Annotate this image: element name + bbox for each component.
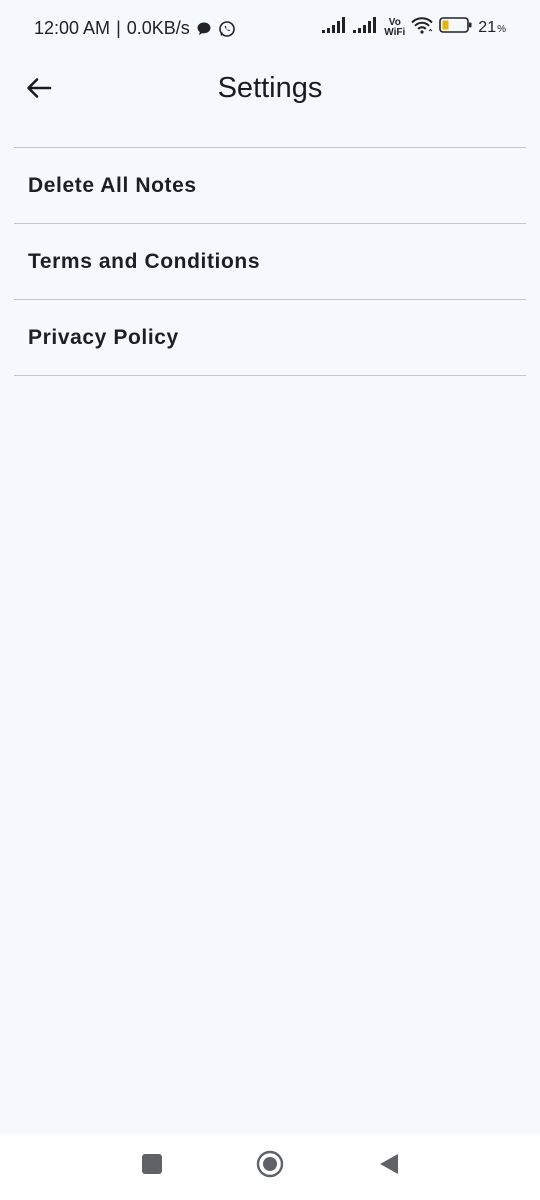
home-button[interactable] xyxy=(255,1150,285,1183)
battery-icon xyxy=(439,16,473,39)
signal-2-icon xyxy=(353,16,379,39)
status-bar-left: 12:00 AM | 0.0KB/s xyxy=(34,18,236,39)
app-bar: Settings xyxy=(0,60,540,120)
system-nav-bar xyxy=(0,1134,540,1200)
vowifi-indicator: Vo WiFi xyxy=(384,17,406,38)
back-triangle-icon xyxy=(378,1152,400,1181)
status-separator: | xyxy=(116,18,121,38)
vowifi-bottom: WiFi xyxy=(384,26,406,38)
settings-item-terms-and-conditions[interactable]: Terms and Conditions xyxy=(14,224,526,300)
status-bar-right: Vo WiFi 21% xyxy=(322,16,506,39)
settings-item-label: Privacy Policy xyxy=(28,325,179,349)
wifi-icon xyxy=(410,16,434,39)
settings-list: Delete All Notes Terms and Conditions Pr… xyxy=(14,147,526,376)
settings-item-label: Delete All Notes xyxy=(28,173,197,197)
status-time: 12:00 AM xyxy=(34,18,111,38)
battery-level: 21 xyxy=(478,18,497,36)
settings-item-privacy-policy[interactable]: Privacy Policy xyxy=(14,300,526,376)
system-back-button[interactable] xyxy=(374,1151,404,1181)
recents-square-icon xyxy=(141,1153,163,1180)
network-speed: 0.0KB/s xyxy=(126,18,190,38)
signal-1-icon xyxy=(322,16,348,39)
message-icon xyxy=(196,21,212,37)
settings-item-delete-all-notes[interactable]: Delete All Notes xyxy=(14,148,526,224)
page-title: Settings xyxy=(217,72,323,104)
recents-button[interactable] xyxy=(137,1151,167,1181)
status-bar: 12:00 AM | 0.0KB/s Vo WiFi 21 % xyxy=(0,0,540,60)
settings-item-label: Terms and Conditions xyxy=(28,249,261,273)
battery-unit: % xyxy=(497,23,506,35)
whatsapp-icon xyxy=(218,20,236,38)
home-circle-icon xyxy=(256,1150,284,1183)
battery-percentage: 21% xyxy=(478,19,506,37)
